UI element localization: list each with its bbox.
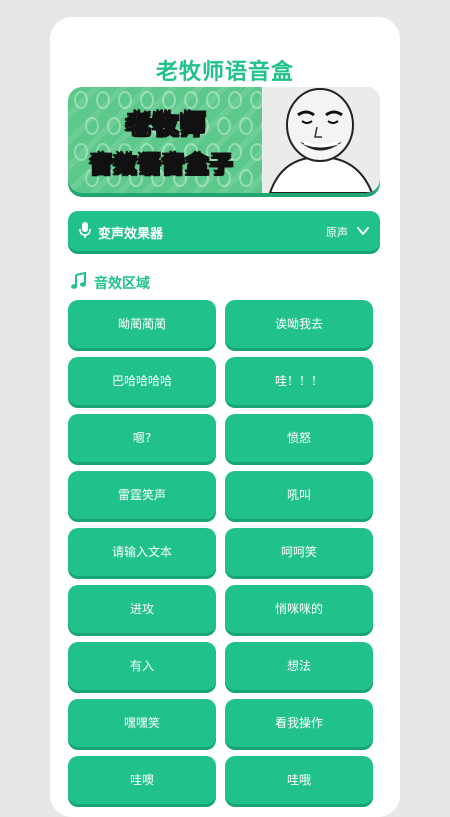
sound-button[interactable]: 想法	[225, 642, 373, 690]
sound-button[interactable]: 诶呦我去	[225, 300, 373, 348]
banner-pattern-dot	[85, 117, 99, 135]
music-note-icon	[70, 271, 88, 294]
banner-pattern-dot	[239, 169, 253, 187]
banner-pattern-dot	[74, 91, 88, 109]
banner-pattern-dot	[74, 143, 88, 161]
sound-button[interactable]: 请输入文本	[68, 528, 216, 576]
sound-button[interactable]: 巴哈哈哈哈	[68, 357, 216, 405]
sound-button[interactable]: 有入	[68, 642, 216, 690]
banner-title: 老牧师	[125, 110, 208, 140]
voice-changer-selector[interactable]: 变声效果器 原声	[68, 211, 380, 251]
sound-button[interactable]: 呦蔺蔺蔺	[68, 300, 216, 348]
chevron-down-icon	[356, 223, 370, 242]
meme-face-icon	[262, 87, 380, 193]
sound-button[interactable]: 嘿嘿笑	[68, 699, 216, 747]
sound-button[interactable]: 雷霆笑声	[68, 471, 216, 519]
sound-button[interactable]: 吼叫	[225, 471, 373, 519]
banner-pattern-dot	[239, 117, 253, 135]
sound-button[interactable]: 看我操作	[225, 699, 373, 747]
sound-button[interactable]: 嗯?	[68, 414, 216, 462]
banner-pattern-dot	[107, 117, 121, 135]
sound-button[interactable]: 哇！！！	[225, 357, 373, 405]
main-card: 老牧师语音盒 老牧师 音效语音盒子 变声效果器 原声 音效区域 呦蔺蔺蔺 诶呦我…	[50, 17, 400, 817]
banner-subtitle: 音效语音盒子	[89, 153, 235, 179]
banner-pattern-dot	[206, 91, 220, 109]
voice-changer-value: 原声	[326, 226, 348, 239]
sound-button[interactable]: 哇噢	[68, 756, 216, 804]
sound-button[interactable]: 哇哦	[225, 756, 373, 804]
mic-icon	[78, 221, 92, 243]
banner[interactable]: 老牧师 音效语音盒子	[68, 87, 380, 193]
banner-pattern-dot	[96, 91, 110, 109]
section-title: 音效区域	[94, 276, 150, 292]
sound-button[interactable]: 愤怒	[225, 414, 373, 462]
banner-pattern-dot	[228, 91, 242, 109]
voice-changer-label: 变声效果器	[98, 227, 164, 242]
app-title: 老牧师语音盒	[155, 60, 294, 85]
sound-button[interactable]: 进攻	[68, 585, 216, 633]
sound-button[interactable]: 呵呵笑	[225, 528, 373, 576]
banner-pattern-dot	[217, 117, 231, 135]
sound-button[interactable]: 悄咪咪的	[225, 585, 373, 633]
